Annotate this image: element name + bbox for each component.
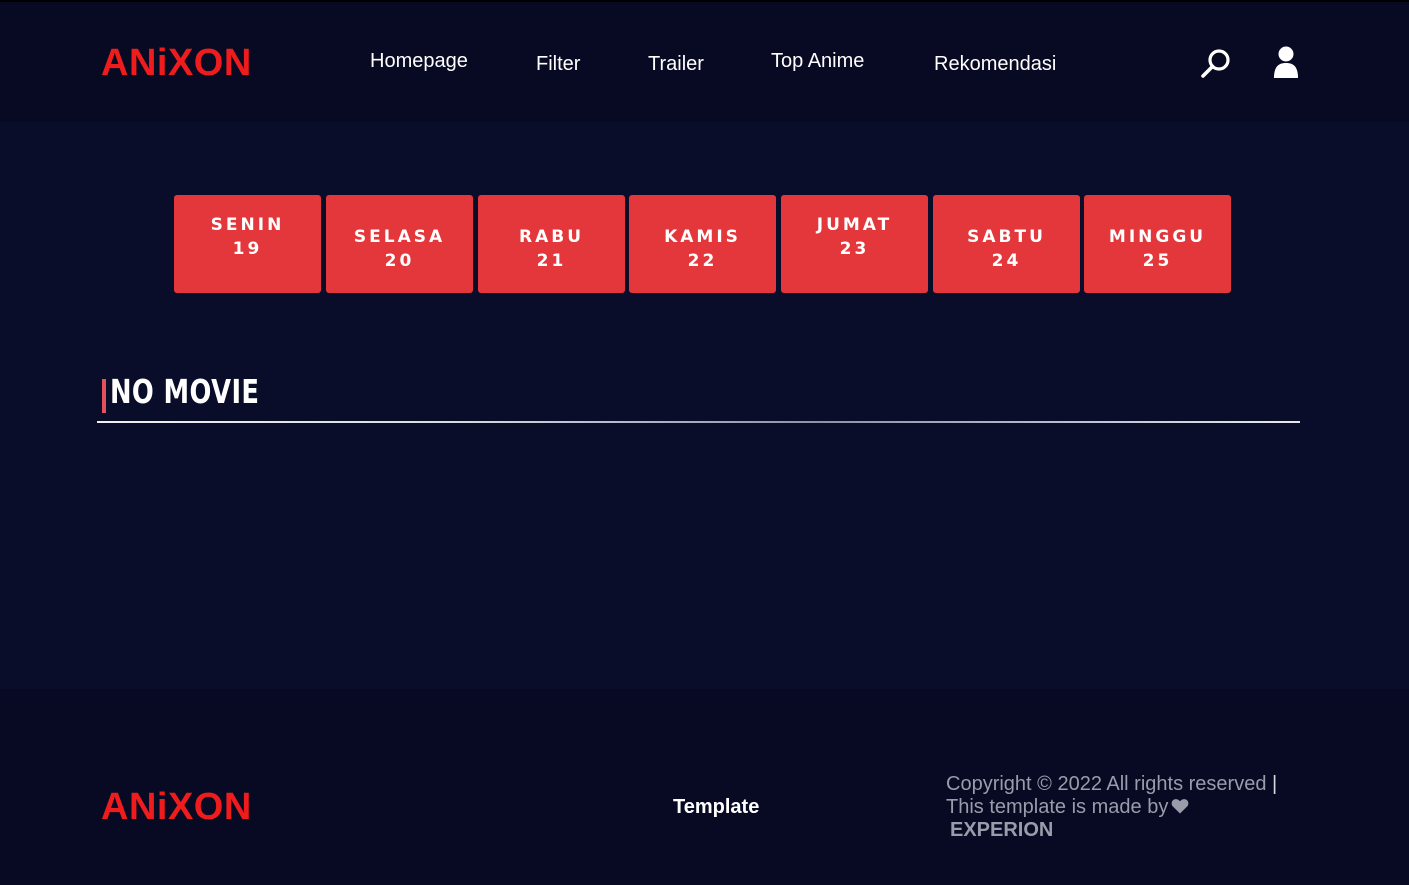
day-name: SELASA xyxy=(353,227,446,247)
day-date: 22 xyxy=(687,251,718,271)
footer-template-link[interactable]: Template xyxy=(673,797,759,817)
user-button[interactable] xyxy=(1271,46,1301,80)
nav-rekomendasi[interactable]: Rekomendasi xyxy=(934,54,1056,74)
day-date: 25 xyxy=(1142,251,1173,271)
header: ANiXON Homepage Filter Trailer Top Anime… xyxy=(0,2,1409,122)
user-icon xyxy=(1274,46,1298,78)
day-date: 19 xyxy=(232,239,263,259)
credit-link[interactable]: EXPERION xyxy=(950,819,1053,842)
day-tab-senin[interactable]: SENIN 19 xyxy=(174,195,321,293)
day-name: MINGGU xyxy=(1108,227,1207,247)
day-tab-jumat[interactable]: JUMAT 23 xyxy=(781,195,928,293)
section-title-marker xyxy=(102,379,106,413)
day-name: SABTU xyxy=(967,227,1046,247)
credit-line: EXPERION xyxy=(946,819,1277,842)
day-date: 24 xyxy=(991,251,1022,271)
made-by-line: This template is made by xyxy=(946,796,1277,819)
day-tab-sabtu[interactable]: SABTU 24 xyxy=(933,195,1080,293)
copyright-text: Copyright © 2022 All rights reserved | T… xyxy=(946,773,1277,842)
search-icon xyxy=(1201,49,1230,78)
footer: ANiXON Template Copyright © 2022 All rig… xyxy=(0,689,1409,885)
made-by-text: This template is made by xyxy=(946,796,1169,818)
nav-top-anime[interactable]: Top Anime xyxy=(771,51,864,71)
copyright-line: Copyright © 2022 All rights reserved | xyxy=(946,773,1277,796)
day-name: RABU xyxy=(518,227,584,247)
brand-logo[interactable]: ANiXON xyxy=(101,44,252,82)
nav-filter[interactable]: Filter xyxy=(536,54,580,74)
day-tab-rabu[interactable]: RABU 21 xyxy=(478,195,625,293)
nav-trailer[interactable]: Trailer xyxy=(648,54,704,74)
section-title: NO MOVIE xyxy=(110,372,260,411)
page: ANiXON Homepage Filter Trailer Top Anime… xyxy=(0,0,1409,885)
day-date: 21 xyxy=(536,251,567,271)
nav-homepage[interactable]: Homepage xyxy=(370,51,468,71)
day-tab-selasa[interactable]: SELASA 20 xyxy=(326,195,473,293)
heart-icon xyxy=(1171,799,1189,814)
footer-logo[interactable]: ANiXON xyxy=(101,788,252,826)
day-tab-kamis[interactable]: KAMIS 22 xyxy=(629,195,776,293)
day-date: 23 xyxy=(839,239,870,259)
day-tab-minggu[interactable]: MINGGU 25 xyxy=(1084,195,1231,293)
search-button[interactable] xyxy=(1199,47,1233,81)
day-name: KAMIS xyxy=(664,227,741,247)
copyright-separator: | xyxy=(1272,773,1278,795)
day-date: 20 xyxy=(384,251,415,271)
section-divider xyxy=(97,421,1300,423)
day-name: JUMAT xyxy=(816,215,893,235)
day-name: SENIN xyxy=(210,215,285,235)
copyright-notice: Copyright © 2022 All rights reserved xyxy=(946,773,1267,795)
